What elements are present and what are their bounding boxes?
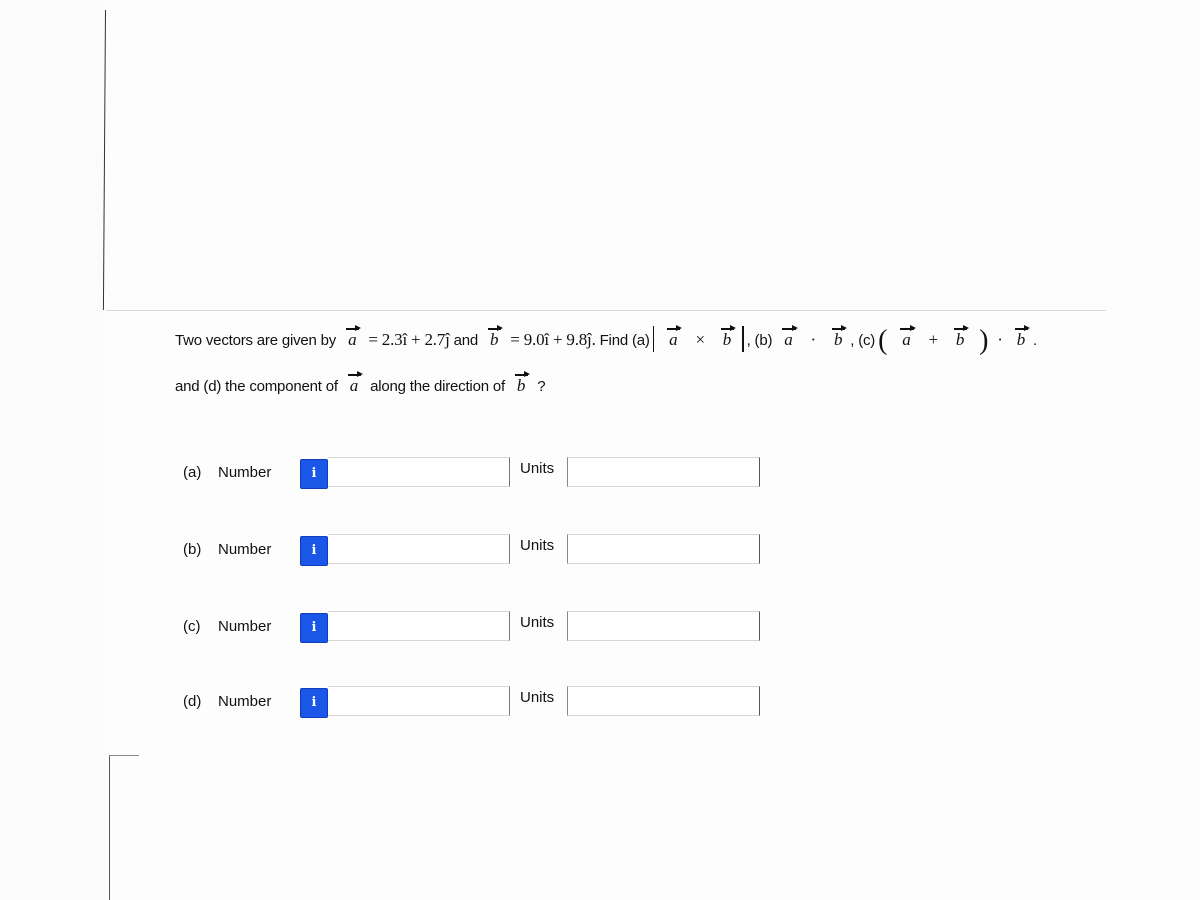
units-input[interactable] bbox=[567, 534, 760, 564]
line2-end: ? bbox=[537, 378, 546, 395]
plus-operator: + bbox=[928, 330, 938, 349]
answer-row-a: (a) Number i Units bbox=[183, 457, 783, 489]
sum-a-symbol: a bbox=[896, 325, 916, 350]
part-b-prefix: , (b) bbox=[746, 332, 773, 349]
answer-row-c: (c) Number i Units bbox=[183, 611, 783, 643]
vector-b-symbol: b bbox=[484, 325, 504, 350]
final-b-symbol: b bbox=[1011, 325, 1031, 350]
sum-b-symbol: b bbox=[950, 325, 970, 350]
number-label: Number bbox=[218, 693, 272, 710]
end-period: . bbox=[1033, 332, 1037, 349]
question-intro: Two vectors are given by bbox=[175, 332, 337, 349]
and-word: and bbox=[453, 332, 479, 349]
number-label: Number bbox=[218, 618, 272, 635]
info-icon[interactable]: i bbox=[300, 613, 328, 643]
dot-a-symbol: a bbox=[778, 325, 798, 350]
frame-divider-horizontal-bottom bbox=[109, 755, 139, 756]
units-input[interactable] bbox=[567, 686, 760, 716]
answer-row-d: (d) Number i Units bbox=[183, 686, 783, 718]
units-input[interactable] bbox=[567, 611, 760, 641]
dot-operator: · bbox=[810, 330, 817, 349]
part-label: (a) bbox=[183, 464, 202, 481]
abs-bar-left bbox=[652, 326, 655, 352]
cross-operator: × bbox=[695, 330, 705, 349]
cross-a-symbol: a bbox=[663, 325, 683, 350]
line2-mid: along the direction of bbox=[370, 378, 505, 395]
question-line-2: and (d) the component of a along the dir… bbox=[175, 371, 1175, 397]
component-a-symbol: a bbox=[344, 371, 364, 396]
homework-page: Two vectors are given by a = 2.3î + 2.7ĵ… bbox=[0, 0, 1200, 900]
find-part-a: Find (a) bbox=[599, 332, 650, 349]
cross-b-symbol: b bbox=[717, 325, 737, 350]
vector-b-value: = 9.0î + 9.8ĵ. bbox=[510, 330, 596, 349]
info-icon[interactable]: i bbox=[300, 536, 328, 566]
units-input[interactable] bbox=[567, 457, 760, 487]
part-label: (b) bbox=[183, 541, 202, 558]
vector-a-value: = 2.3î + 2.7ĵ bbox=[368, 330, 450, 349]
number-label: Number bbox=[218, 464, 272, 481]
number-input[interactable] bbox=[328, 534, 510, 564]
units-label: Units bbox=[520, 614, 555, 631]
vector-a-symbol: a bbox=[342, 325, 362, 350]
dot-b-symbol: b bbox=[828, 325, 848, 350]
question-line-1: Two vectors are given by a = 2.3î + 2.7ĵ… bbox=[175, 325, 1175, 355]
info-icon[interactable]: i bbox=[300, 459, 328, 489]
number-input[interactable] bbox=[328, 611, 510, 641]
scan-margin bbox=[0, 0, 105, 900]
units-label: Units bbox=[520, 460, 555, 477]
units-label: Units bbox=[520, 537, 555, 554]
info-icon[interactable]: i bbox=[300, 688, 328, 718]
paren-close: ) bbox=[979, 325, 989, 356]
answer-row-b: (b) Number i Units bbox=[183, 534, 783, 566]
frame-divider-vertical-bottom bbox=[109, 755, 110, 900]
abs-bar-right bbox=[742, 326, 744, 352]
part-c-prefix: , (c) bbox=[850, 332, 876, 349]
question-text: Two vectors are given by a = 2.3î + 2.7ĵ… bbox=[175, 325, 1175, 397]
number-input[interactable] bbox=[328, 686, 510, 716]
units-label: Units bbox=[520, 689, 555, 706]
paren-open: ( bbox=[878, 325, 888, 356]
line2-prefix: and (d) the component of bbox=[175, 378, 338, 395]
frame-divider-horizontal-top bbox=[106, 310, 1106, 311]
number-label: Number bbox=[218, 541, 272, 558]
part-label: (d) bbox=[183, 693, 202, 710]
direction-b-symbol: b bbox=[511, 371, 531, 396]
dot-operator-2: · bbox=[997, 330, 1003, 349]
part-label: (c) bbox=[183, 618, 201, 635]
number-input[interactable] bbox=[328, 457, 510, 487]
